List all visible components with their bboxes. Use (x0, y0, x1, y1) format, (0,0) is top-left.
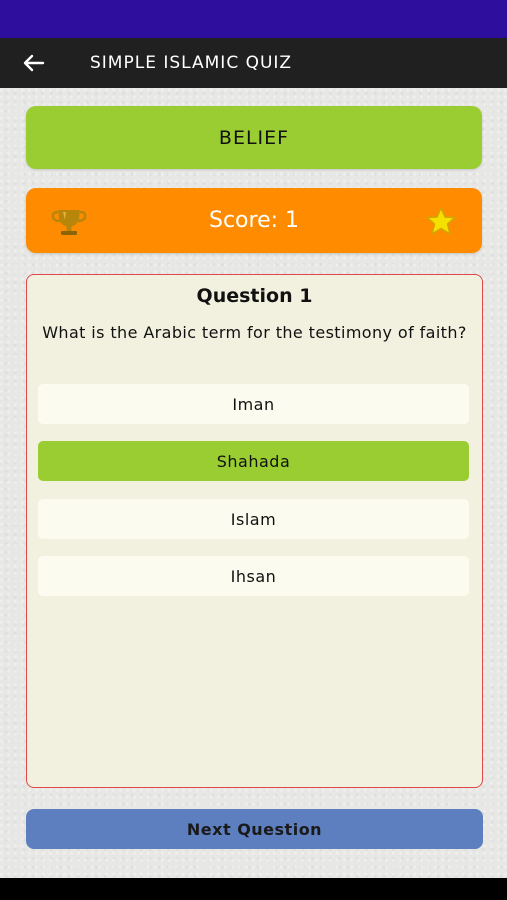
option-shahada[interactable]: Shahada (38, 441, 469, 481)
score-label: Score: 1 (208, 208, 300, 233)
app-title: SIMPLE ISLAMIC QUIZ (90, 53, 293, 73)
quiz-content: BELIEF Score: 1 Question 1 What is the A… (0, 88, 507, 878)
navigation-bar (0, 878, 507, 900)
option-ihsan[interactable]: Ihsan (38, 556, 469, 596)
category-card: BELIEF (26, 106, 482, 169)
question-card: Question 1 What is the Arabic term for t… (26, 274, 483, 788)
score-card: Score: 1 (26, 188, 482, 253)
app-bar: SIMPLE ISLAMIC QUIZ (0, 38, 507, 88)
option-islam[interactable]: Islam (38, 499, 469, 539)
option-iman[interactable]: Iman (38, 384, 469, 424)
question-number: Question 1 (196, 285, 313, 307)
trophy-icon (51, 210, 87, 235)
star-icon (426, 207, 456, 235)
arrow-left-icon (23, 54, 45, 72)
back-button[interactable] (0, 38, 68, 88)
status-bar (0, 0, 507, 38)
question-text: What is the Arabic term for the testimon… (42, 323, 467, 342)
next-question-button[interactable]: Next Question (26, 809, 483, 849)
